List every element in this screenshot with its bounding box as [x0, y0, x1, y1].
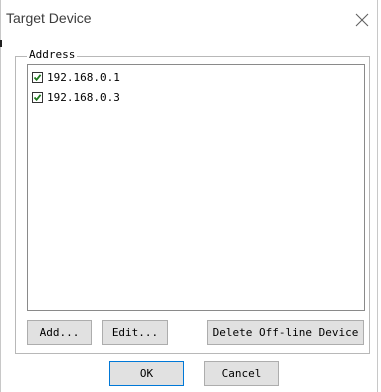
- list-item-label: 192.168.0.1: [47, 70, 120, 84]
- checkbox-checked[interactable]: [32, 71, 43, 83]
- title-bar: Target Device: [1, 0, 377, 40]
- address-group-label: Address: [27, 48, 78, 61]
- list-item-address-2[interactable]: 192.168.0.3: [32, 89, 120, 105]
- add-button[interactable]: Add...: [27, 320, 92, 345]
- window-edge-mark: [0, 40, 2, 47]
- checkbox-checked[interactable]: [32, 91, 43, 103]
- edit-button[interactable]: Edit...: [102, 320, 168, 345]
- address-list[interactable]: 192.168.0.1 192.168.0.3: [27, 64, 365, 311]
- ok-button[interactable]: OK: [109, 361, 184, 386]
- close-icon[interactable]: [355, 13, 369, 27]
- target-device-dialog: Target Device Address 192.168.0.1 192.16…: [0, 0, 378, 392]
- list-item-address-1[interactable]: 192.168.0.1: [32, 69, 120, 85]
- list-item-label: 192.168.0.3: [47, 90, 120, 104]
- dialog-title: Target Device: [6, 10, 92, 26]
- cancel-button[interactable]: Cancel: [204, 361, 279, 386]
- delete-offline-device-button[interactable]: Delete Off-line Device: [207, 320, 364, 345]
